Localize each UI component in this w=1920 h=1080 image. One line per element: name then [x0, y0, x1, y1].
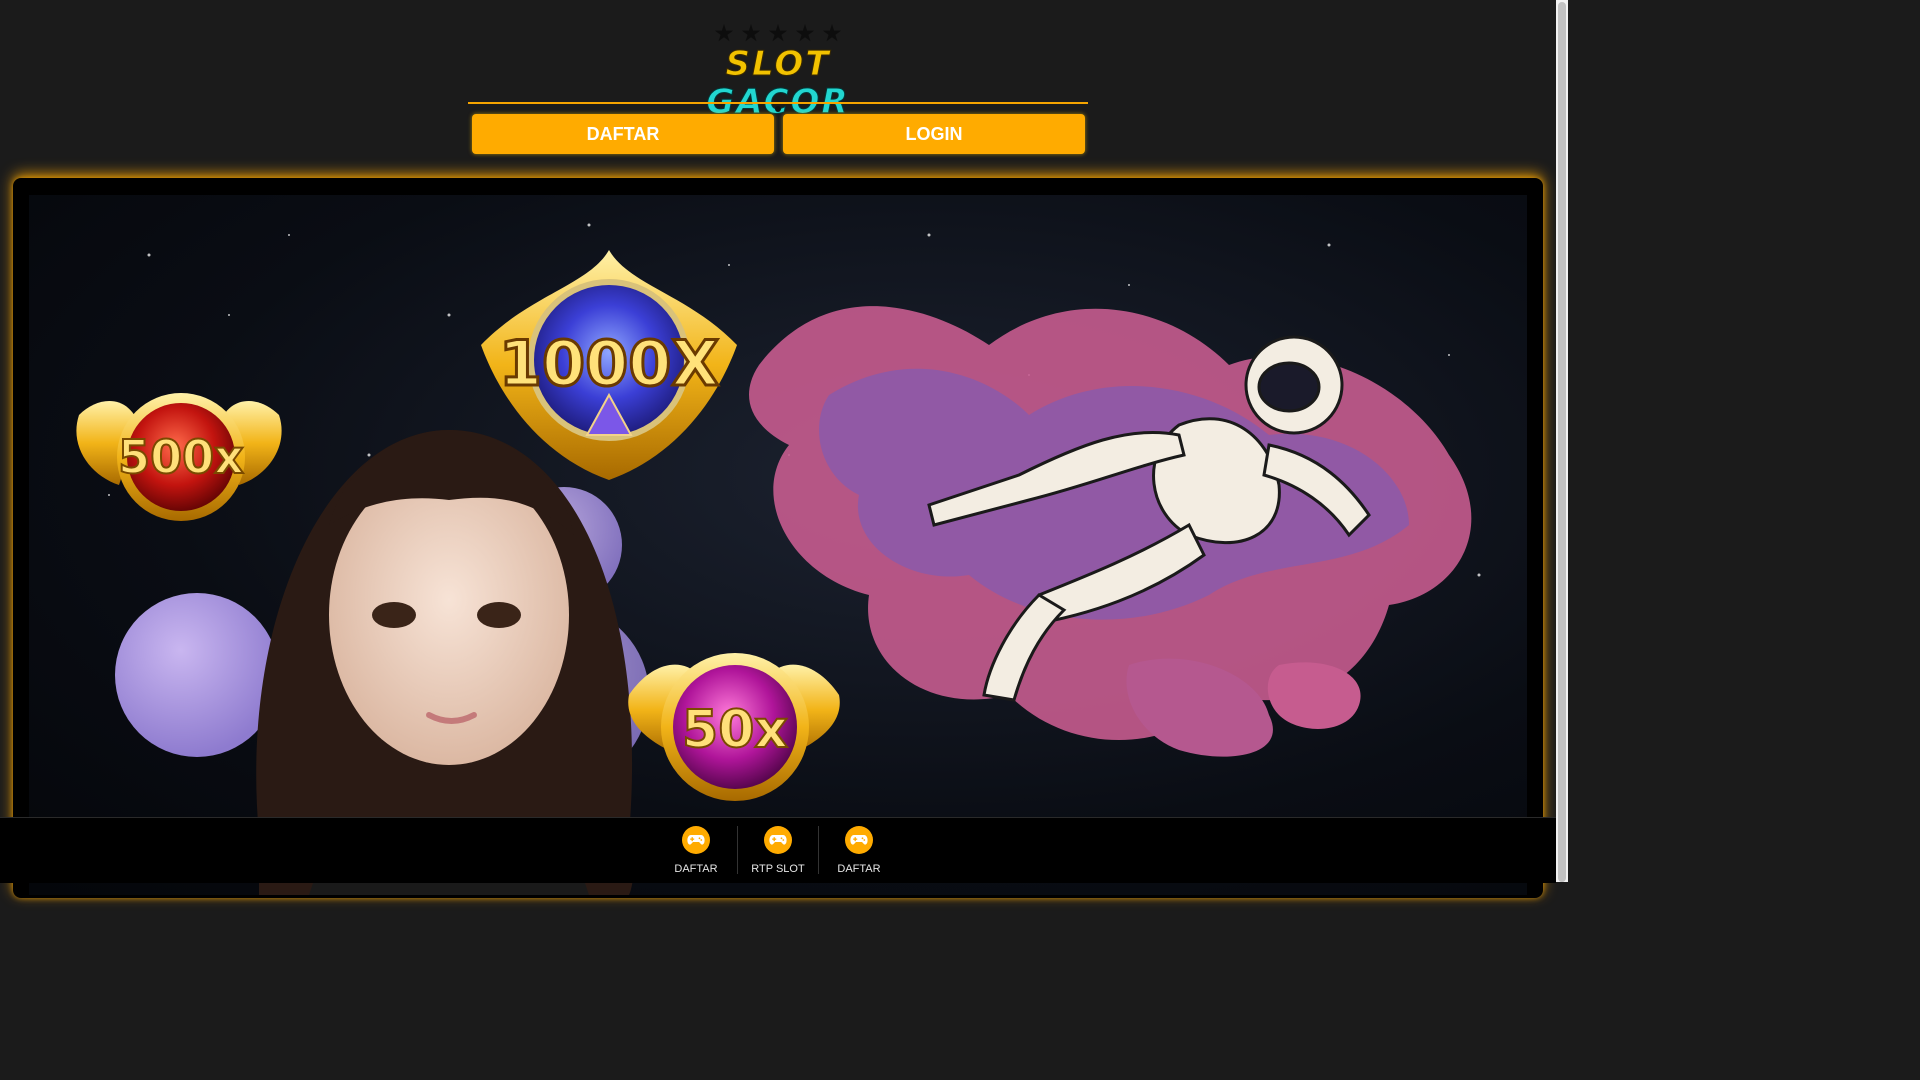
badge-500x: 500x	[76, 393, 282, 521]
gamepad-icon	[845, 826, 873, 854]
promo-banner[interactable]: 500x 1000X 50x	[29, 195, 1527, 895]
badge-1000x-label: 1000X	[499, 327, 719, 400]
star-icon	[795, 24, 815, 42]
badge-50x: 50x	[628, 653, 840, 801]
logo-stars	[648, 24, 908, 43]
bottom-nav-label: DAFTAR	[674, 863, 718, 875]
bottom-nav-daftar[interactable]: DAFTAR	[656, 826, 736, 878]
gamepad-icon	[682, 826, 710, 854]
scrollbar-thumb[interactable]	[1558, 2, 1566, 882]
star-icon	[822, 24, 842, 42]
badge-1000x: 1000X	[481, 250, 737, 480]
badge-500x-label: 500x	[118, 430, 244, 484]
gamepad-icon	[764, 826, 792, 854]
divider-dot	[775, 106, 781, 112]
vertical-scrollbar[interactable]	[1556, 0, 1568, 882]
login-button[interactable]: LOGIN	[783, 114, 1085, 154]
banner-artwork: 500x 1000X 50x	[76, 223, 1481, 895]
bottom-nav-daftar-2[interactable]: DAFTAR	[819, 826, 899, 878]
header-divider	[468, 102, 1088, 104]
star-icon	[714, 24, 734, 42]
daftar-button[interactable]: DAFTAR	[472, 114, 774, 154]
star-icon	[768, 24, 788, 42]
bottom-nav-label: RTP SLOT	[751, 863, 805, 875]
bottom-nav: DAFTAR RTP SLOT DAFTAR	[0, 817, 1556, 883]
star-icon	[741, 24, 761, 42]
logo-word-slot: SLOT	[725, 44, 831, 84]
planet-left	[115, 593, 279, 757]
bottom-nav-rtp-slot[interactable]: RTP SLOT	[738, 826, 818, 878]
page: SLOT GACOR DAFTAR LOGIN	[0, 0, 1556, 898]
pink-cloud	[749, 306, 1472, 757]
bottom-nav-label: DAFTAR	[837, 863, 881, 875]
badge-50x-label: 50x	[682, 700, 788, 760]
site-logo[interactable]: SLOT GACOR	[648, 24, 908, 122]
